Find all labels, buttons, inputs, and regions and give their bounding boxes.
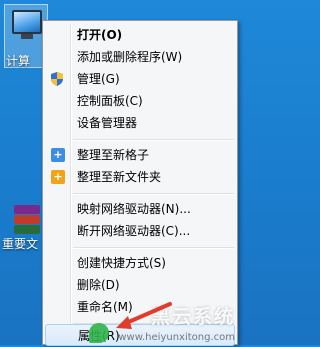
menu-item-manage[interactable]: 管理(G)	[45, 68, 235, 90]
watermark-logo-icon	[89, 323, 109, 343]
menu-item-open[interactable]: 打开(O)	[45, 24, 235, 46]
menu-separator	[73, 247, 234, 249]
uac-shield-icon	[51, 72, 65, 86]
menu-item-label: 设备管理器	[77, 116, 138, 130]
menu-item-add-remove-programs[interactable]: 添加或删除程序(W)	[45, 46, 235, 68]
desktop-icon-label: 计算	[6, 54, 31, 68]
menu-item-label: 管理(G)	[77, 72, 120, 86]
monitor-stand	[21, 34, 33, 39]
menu-item-create-shortcut[interactable]: 创建快捷方式(S)	[45, 252, 235, 274]
menu-item-label: 映射网络驱动器(N)...	[77, 202, 191, 216]
archive-desktop-icon[interactable]: 重要文	[2, 205, 46, 255]
menu-item-device-manager[interactable]: 设备管理器	[45, 112, 235, 134]
desktop-icon-label: 重要文	[2, 237, 39, 251]
menu-item-delete[interactable]: 删除(D)	[45, 274, 235, 296]
menu-item-label: 断开网络驱动器(C)...	[77, 224, 191, 238]
menu-item-disconnect-network-drive[interactable]: 断开网络驱动器(C)...	[45, 220, 235, 242]
menu-item-label: 打开(O)	[77, 28, 123, 42]
menu-item-label: 整理至新文件夹	[77, 170, 162, 184]
menu-separator	[73, 193, 234, 195]
menu-item-label: 创建快捷方式(S)	[77, 256, 166, 270]
menu-item-control-panel[interactable]: 控制面板(C)	[45, 90, 235, 112]
menu-item-label: 删除(D)	[77, 278, 120, 292]
menu-item-label: 添加或删除程序(W)	[77, 50, 183, 64]
menu-item-organize-new-fence[interactable]: + 整理至新格子	[45, 144, 235, 166]
winrar-archive-icon	[14, 205, 40, 235]
fences-plus-icon: +	[51, 148, 65, 162]
annotation-arrow-icon	[116, 302, 172, 329]
menu-item-label: 整理至新格子	[77, 148, 150, 162]
context-menu: 打开(O) 添加或删除程序(W) 管理(G) 控制面板(C) 设备管理器 + 整…	[42, 20, 238, 346]
menu-item-label: 控制面板(C)	[77, 94, 143, 108]
menu-item-map-network-drive[interactable]: 映射网络驱动器(N)...	[45, 198, 235, 220]
fences-folder-plus-icon: +	[51, 170, 65, 184]
computer-icon	[12, 10, 42, 34]
menu-item-organize-new-folder[interactable]: + 整理至新文件夹	[45, 166, 235, 188]
menu-separator	[73, 139, 234, 141]
